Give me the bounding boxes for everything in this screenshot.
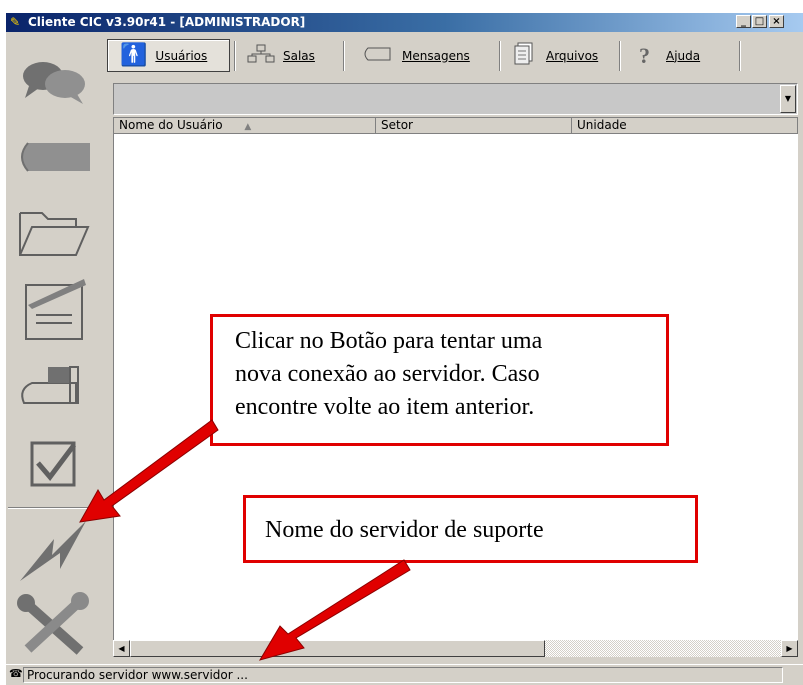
callout-line: Nome do servidor de suporte [265, 517, 544, 543]
arquivos-button[interactable]: Arquivos [506, 39, 614, 72]
network-icon [247, 44, 275, 67]
tools-icon[interactable] [6, 589, 102, 661]
message-tag-icon[interactable] [6, 121, 102, 193]
sort-ascending-icon: ▲ [244, 122, 252, 132]
folder-icon[interactable] [6, 197, 102, 269]
toolbar-separator [499, 41, 501, 71]
toolbar-separator [234, 41, 236, 71]
sidebar-separator [8, 507, 100, 509]
chevron-down-icon[interactable]: ▼ [780, 85, 796, 113]
column-header-unidade[interactable]: Unidade [572, 118, 798, 134]
maximize-button[interactable]: □ [752, 15, 767, 28]
column-header-setor[interactable]: Setor [376, 118, 572, 134]
column-header-nome[interactable]: Nome do Usuário ▲ [114, 118, 376, 134]
mailbox-icon[interactable] [6, 351, 102, 423]
callout-line: encontre volte ao item anterior. [235, 394, 535, 420]
scroll-left-icon[interactable]: ◀ [113, 640, 130, 657]
close-button[interactable]: × [769, 15, 784, 28]
help-icon: ? [639, 42, 650, 68]
toolbar: 🚹 Usuários Salas Mensagens Arquivos ? Aj… [107, 36, 799, 76]
salas-button[interactable]: Salas [239, 39, 339, 72]
status-icon: ☎ [9, 667, 23, 680]
status-text: Procurando servidor www.servidor ... [23, 667, 783, 683]
title-bar[interactable]: ✎ Cliente CIC v3.90r41 - [ADMINISTRADOR]… [6, 13, 803, 32]
chat-bubbles-icon[interactable] [6, 44, 102, 116]
toolbar-separator [739, 41, 741, 71]
user-icon: 🚹 [120, 43, 148, 68]
ajuda-button[interactable]: ? Ajuda [625, 39, 735, 72]
toolbar-separator [619, 41, 621, 71]
callout-reconnect: Clicar no Botão para tentar uma nova con… [210, 314, 669, 446]
callout-line: Clicar no Botão para tentar uma [235, 328, 543, 354]
reconnect-lightning-icon[interactable] [6, 514, 102, 586]
edit-document-icon[interactable] [6, 274, 102, 346]
callout-server-name: Nome do servidor de suporte [243, 495, 698, 563]
app-icon: ✎ [10, 15, 21, 29]
checkbox-icon[interactable] [6, 427, 102, 499]
toolbar-separator [343, 41, 345, 71]
sidebar [6, 34, 105, 661]
status-bar: ☎ Procurando servidor www.servidor ... [6, 664, 803, 685]
callout-line: nova conexão ao servidor. Caso [235, 361, 540, 387]
files-icon [514, 42, 534, 69]
messages-icon [360, 45, 392, 66]
mensagens-button[interactable]: Mensagens [350, 39, 495, 72]
window-title: Cliente CIC v3.90r41 - [ADMINISTRADOR] [28, 15, 306, 29]
scroll-thumb[interactable] [130, 640, 545, 657]
horizontal-scrollbar[interactable]: ◀ ▶ [113, 640, 798, 657]
usuarios-button[interactable]: 🚹 Usuários [107, 39, 230, 72]
scroll-right-icon[interactable]: ▶ [781, 640, 798, 657]
minimize-button[interactable]: _ [736, 15, 751, 28]
server-combo[interactable]: ▼ [113, 83, 798, 115]
